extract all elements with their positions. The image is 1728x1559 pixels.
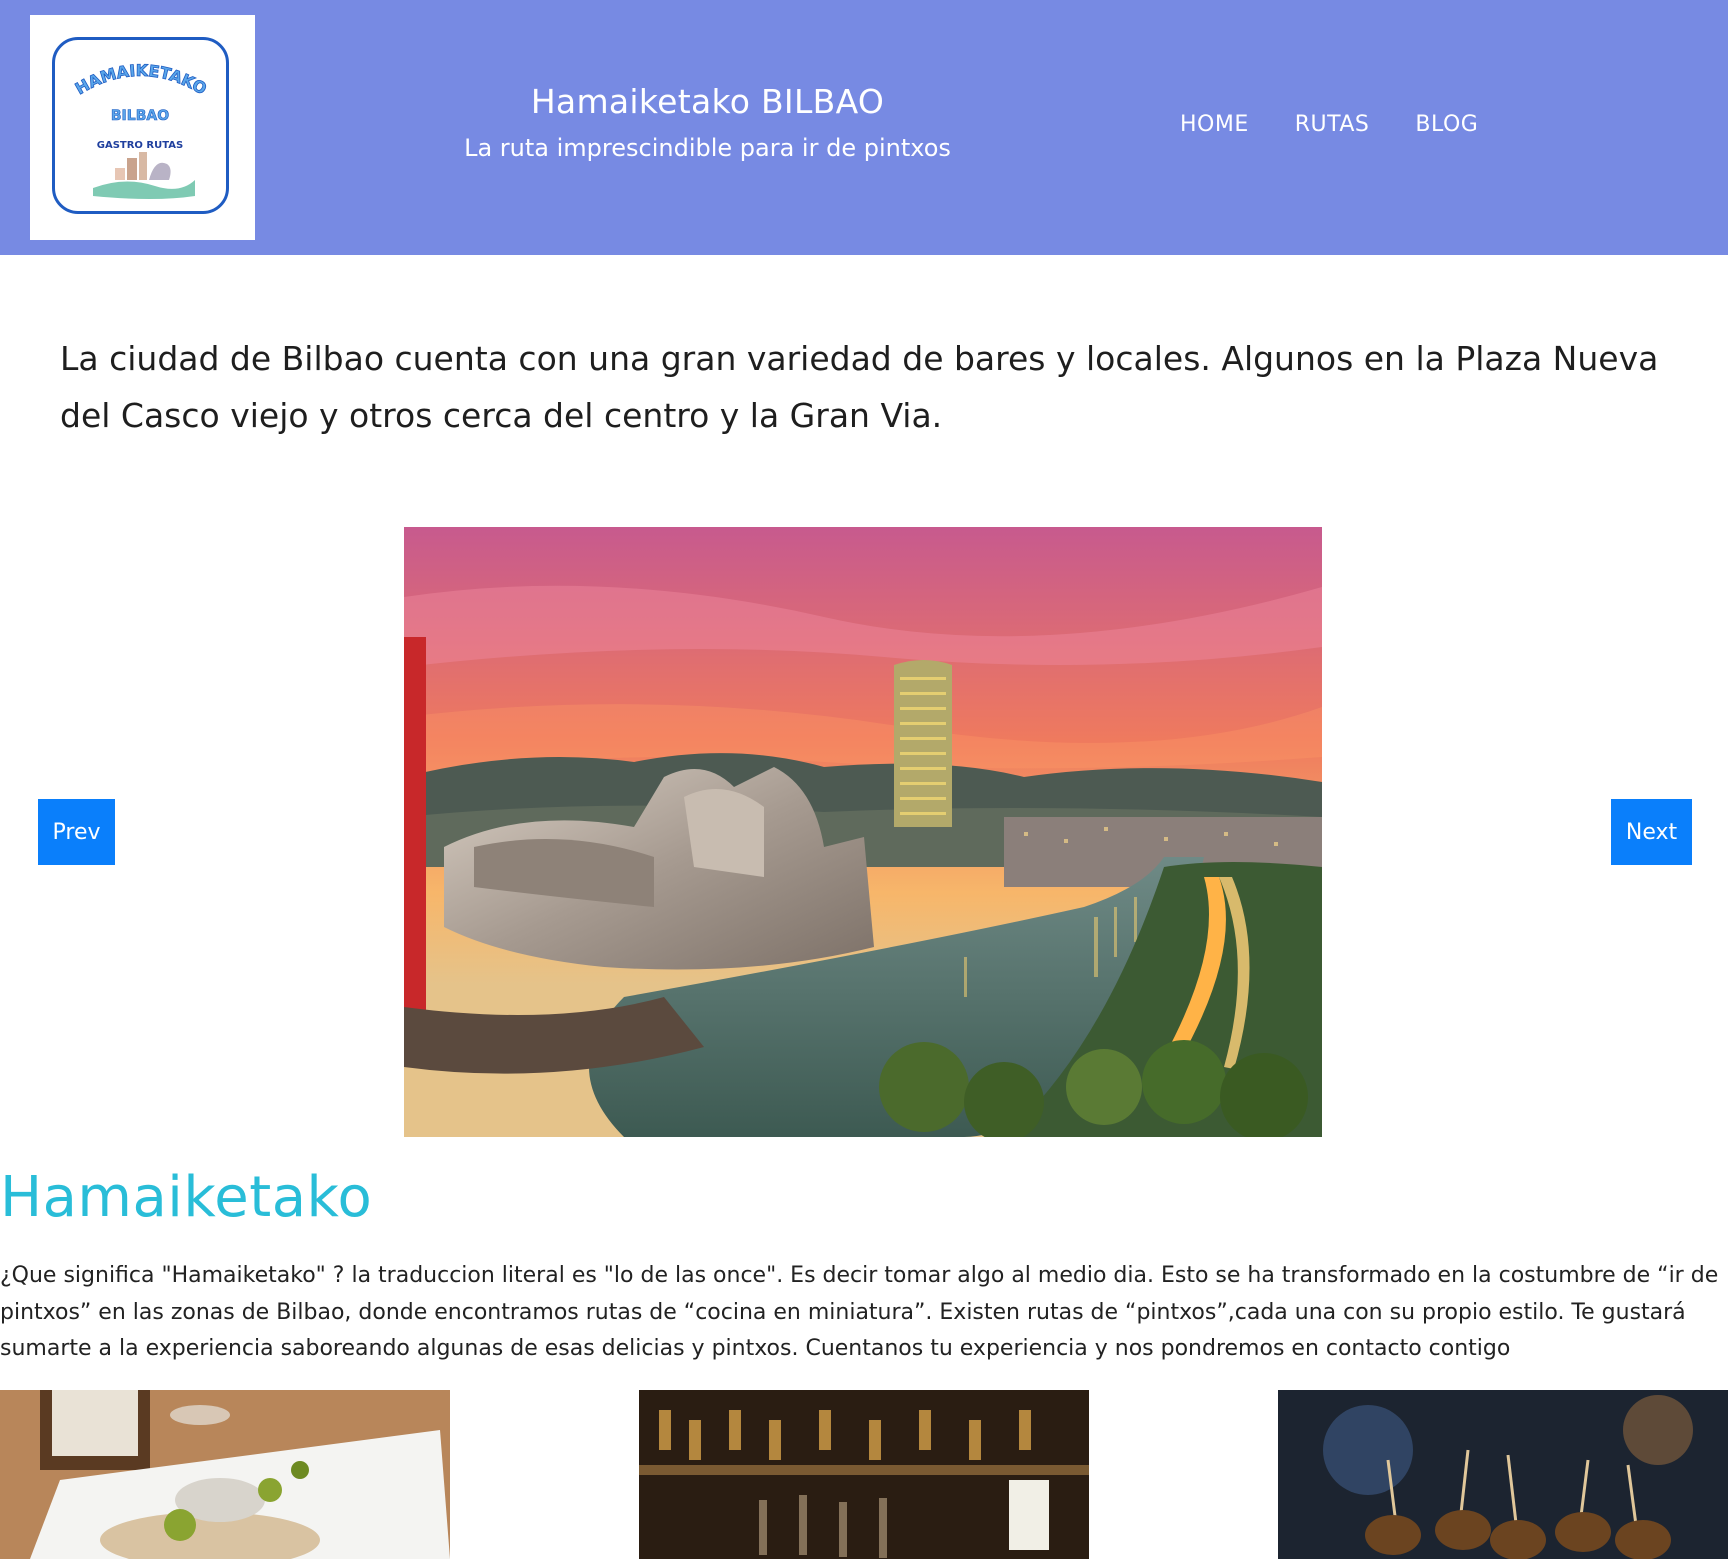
logo-line1: HAMAIKETAKO bbox=[71, 61, 210, 99]
intro-text: La ciudad de Bilbao cuenta con una gran … bbox=[60, 339, 1659, 435]
bar-photo bbox=[639, 1390, 1089, 1559]
prev-button[interactable]: Prev bbox=[38, 799, 115, 865]
section-title: Hamaiketako bbox=[0, 1165, 373, 1230]
bilbao-guggenheim-photo bbox=[404, 527, 1322, 1137]
next-button[interactable]: Next bbox=[1611, 799, 1692, 865]
logo-line3: GASTRO RUTAS bbox=[97, 140, 183, 151]
pintxos-skewers-photo bbox=[1278, 1390, 1728, 1559]
nav-rutas[interactable]: RUTAS bbox=[1295, 112, 1370, 137]
site-header: HAMAIKETAKO BILBAO GASTRO RUTAS Hamaiket… bbox=[0, 0, 1728, 255]
site-logo[interactable]: HAMAIKETAKO BILBAO GASTRO RUTAS bbox=[30, 15, 255, 240]
site-tagline: La ruta imprescindible para ir de pintxo… bbox=[464, 134, 951, 162]
site-title: Hamaiketako BILBAO bbox=[530, 82, 885, 121]
logo-line2: BILBAO bbox=[111, 108, 169, 124]
section-text: ¿Que significa "Hamaiketako" ? la traduc… bbox=[0, 1263, 1719, 1361]
logo-graphic: HAMAIKETAKO BILBAO GASTRO RUTAS bbox=[71, 61, 210, 199]
nav-home[interactable]: HOME bbox=[1180, 112, 1249, 137]
nav-blog[interactable]: BLOG bbox=[1415, 112, 1478, 137]
main-nav: HOME RUTAS BLOG bbox=[1180, 112, 1478, 137]
svg-text:HAMAIKETAKO: HAMAIKETAKO bbox=[72, 61, 210, 99]
carousel-slide-image bbox=[404, 527, 1322, 1137]
pintxo-photo-1 bbox=[0, 1390, 450, 1559]
logo-frame: HAMAIKETAKO BILBAO GASTRO RUTAS bbox=[52, 37, 229, 214]
